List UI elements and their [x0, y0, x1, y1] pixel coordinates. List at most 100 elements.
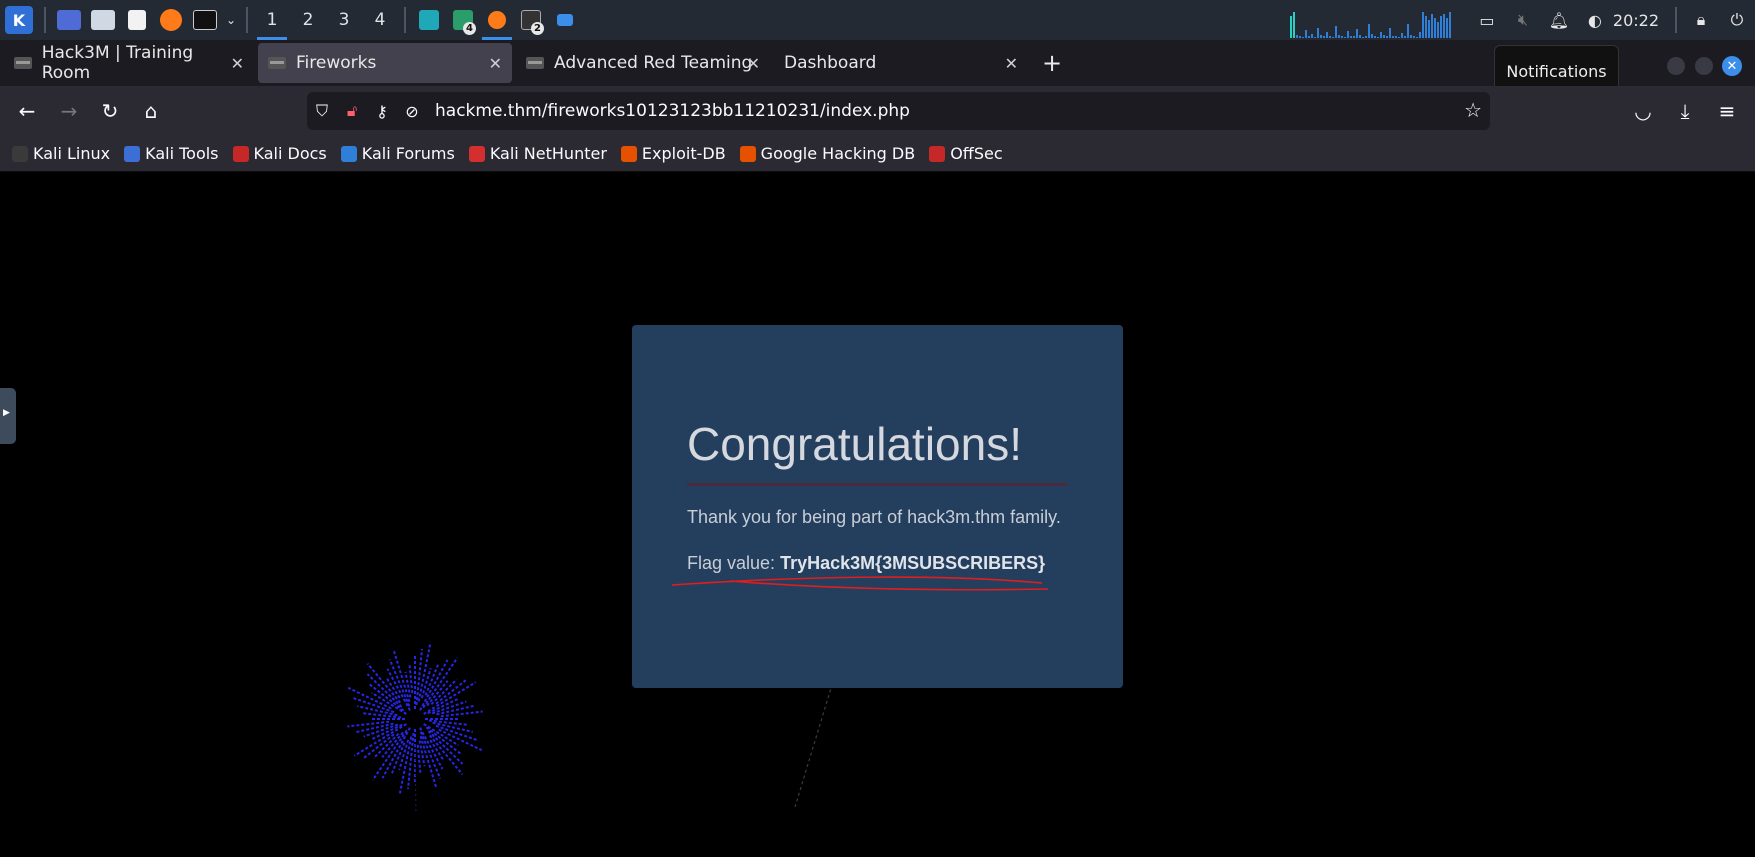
cpu-graph-bar: [1446, 18, 1448, 38]
back-button[interactable]: ←: [12, 96, 42, 126]
task-window[interactable]: [548, 0, 582, 40]
firework-burst: [347, 642, 483, 814]
browser-tab-bar: Hack3M | Training Room ✕ Fireworks ✕ Adv…: [0, 40, 1755, 86]
bookmark-favicon-icon: [12, 145, 28, 162]
pocket-icon[interactable]: ◡: [1628, 96, 1658, 126]
bookmark-label: Exploit-DB: [641, 144, 726, 163]
volume-muted-icon[interactable]: 🔇︎: [1505, 0, 1541, 40]
kali-menu-button[interactable]: K: [0, 0, 38, 40]
cpu-graph-bar: [1305, 30, 1307, 38]
tab-advanced-red-teaming[interactable]: Advanced Red Teaming ✕: [516, 43, 770, 83]
cpu-graph-bar: [1407, 24, 1409, 38]
panel-separator: [1675, 7, 1677, 33]
bookmark-favicon-icon: [232, 145, 249, 162]
task-terminal[interactable]: 2: [514, 0, 548, 40]
notifications-bell-icon[interactable]: 🔔︎: [1541, 0, 1577, 40]
title-divider: [687, 483, 1068, 486]
minimize-button[interactable]: [1667, 57, 1685, 75]
downloads-icon[interactable]: ⤓: [1670, 96, 1700, 126]
tab-dashboard[interactable]: Dashboard ✕: [774, 43, 1028, 83]
panel-separator: [246, 7, 248, 33]
cpu-graph-bar: [1368, 24, 1370, 38]
tab-title: Fireworks: [296, 53, 377, 73]
cpu-graph-bar: [1416, 37, 1418, 38]
cpu-graph-bar: [1353, 36, 1355, 38]
home-button[interactable]: ⌂: [136, 96, 166, 126]
cpu-graph-bar: [1383, 35, 1385, 38]
new-tab-button[interactable]: +: [1042, 49, 1062, 77]
tracking-shield-icon[interactable]: ⛉: [307, 92, 337, 130]
cpu-graph-bar: [1332, 37, 1334, 38]
bookmark-item[interactable]: OffSec: [929, 144, 1003, 163]
logout-icon[interactable]: ⏻: [1719, 0, 1755, 40]
task-bolt-app[interactable]: [412, 0, 446, 40]
close-tab-icon[interactable]: ✕: [489, 54, 502, 73]
cpu-graph-bar: [1419, 32, 1421, 38]
firework-ray: [427, 730, 464, 765]
task-firefox[interactable]: [480, 0, 514, 40]
firework-ray: [366, 673, 403, 708]
file-manager-launcher[interactable]: [86, 0, 120, 40]
workspace-2[interactable]: 2: [290, 0, 326, 40]
sidebar-handle[interactable]: [0, 388, 16, 444]
close-tab-icon[interactable]: ✕: [231, 54, 244, 73]
maximize-button[interactable]: [1695, 57, 1713, 75]
cpu-graph-bar: [1431, 14, 1433, 38]
app-menu-icon[interactable]: ≡: [1712, 96, 1742, 126]
bookmark-favicon-icon: [340, 145, 357, 162]
bookmark-item[interactable]: Kali Forums: [340, 144, 455, 163]
cpu-graph-bar: [1317, 28, 1319, 38]
bookmark-item[interactable]: Kali Docs: [232, 144, 327, 163]
bookmark-item[interactable]: Kali Linux: [12, 144, 110, 163]
bookmark-favicon-icon: [124, 145, 141, 162]
insecure-lock-icon[interactable]: 🔓︎: [337, 92, 367, 130]
tracking-off-icon[interactable]: ⊘: [397, 92, 427, 130]
bookmark-item[interactable]: Google Hacking DB: [739, 144, 915, 163]
bookmark-favicon-icon: [929, 145, 946, 162]
cpu-graph-bar: [1365, 36, 1367, 38]
lock-icon[interactable]: 🔒︎: [1683, 0, 1719, 40]
tab-title: Dashboard: [784, 53, 877, 73]
workspace-1[interactable]: 1: [254, 0, 290, 40]
cpu-graph-bar: [1296, 35, 1298, 38]
thanks-message: Thank you for being part of hack3m.thm f…: [687, 507, 1061, 527]
launcher-dropdown[interactable]: ⌄: [222, 0, 240, 40]
cpu-graph-bar: [1341, 36, 1343, 38]
panel-clock[interactable]: 20:22: [1613, 11, 1669, 30]
firefox-launcher[interactable]: [154, 0, 188, 40]
power-manager-icon[interactable]: ◐: [1577, 0, 1613, 40]
cpu-graph-bar: [1299, 36, 1301, 38]
cpu-graph-bar: [1320, 35, 1322, 38]
url-text[interactable]: hackme.thm/fireworks10123123bb11210231/i…: [435, 101, 910, 121]
bolt-icon: [419, 10, 439, 30]
cpu-graph-bar: [1359, 35, 1361, 38]
task-files[interactable]: 4: [446, 0, 480, 40]
bookmark-item[interactable]: Kali Tools: [124, 144, 219, 163]
cpu-graph-bar: [1398, 37, 1400, 38]
panel-separator: [404, 7, 406, 33]
address-bar[interactable]: ⛉ 🔓︎ ⚷ ⊘ hackme.thm/fireworks10123123bb1…: [307, 92, 1490, 130]
bookmark-item[interactable]: Exploit-DB: [620, 144, 726, 163]
close-window-button[interactable]: ✕: [1722, 56, 1742, 76]
cpu-graph-bar: [1350, 36, 1352, 38]
tab-hack3m[interactable]: Hack3M | Training Room ✕: [4, 43, 254, 83]
workspace-4[interactable]: 4: [362, 0, 398, 40]
tab-fireworks[interactable]: Fireworks ✕: [258, 43, 512, 83]
show-desktop-button[interactable]: [52, 0, 86, 40]
terminal-launcher[interactable]: [188, 0, 222, 40]
bookmark-item[interactable]: Kali NetHunter: [468, 144, 607, 163]
display-icon[interactable]: ▭: [1469, 0, 1505, 40]
cpu-graph-bar: [1377, 37, 1379, 38]
close-tab-icon[interactable]: ✕: [747, 54, 760, 73]
close-tab-icon[interactable]: ✕: [1005, 54, 1018, 73]
red-underline-annotation: [671, 576, 1049, 591]
text-editor-launcher[interactable]: [120, 0, 154, 40]
workspace-3[interactable]: 3: [326, 0, 362, 40]
firework-ray: [363, 733, 395, 759]
forward-button[interactable]: →: [54, 96, 84, 126]
text-editor-icon: [128, 10, 146, 30]
permissions-icon[interactable]: ⚷: [367, 92, 397, 130]
cpu-graph-bar: [1389, 28, 1391, 38]
reload-button[interactable]: ↻: [95, 96, 125, 126]
bookmark-star-icon[interactable]: ☆: [1464, 98, 1482, 122]
